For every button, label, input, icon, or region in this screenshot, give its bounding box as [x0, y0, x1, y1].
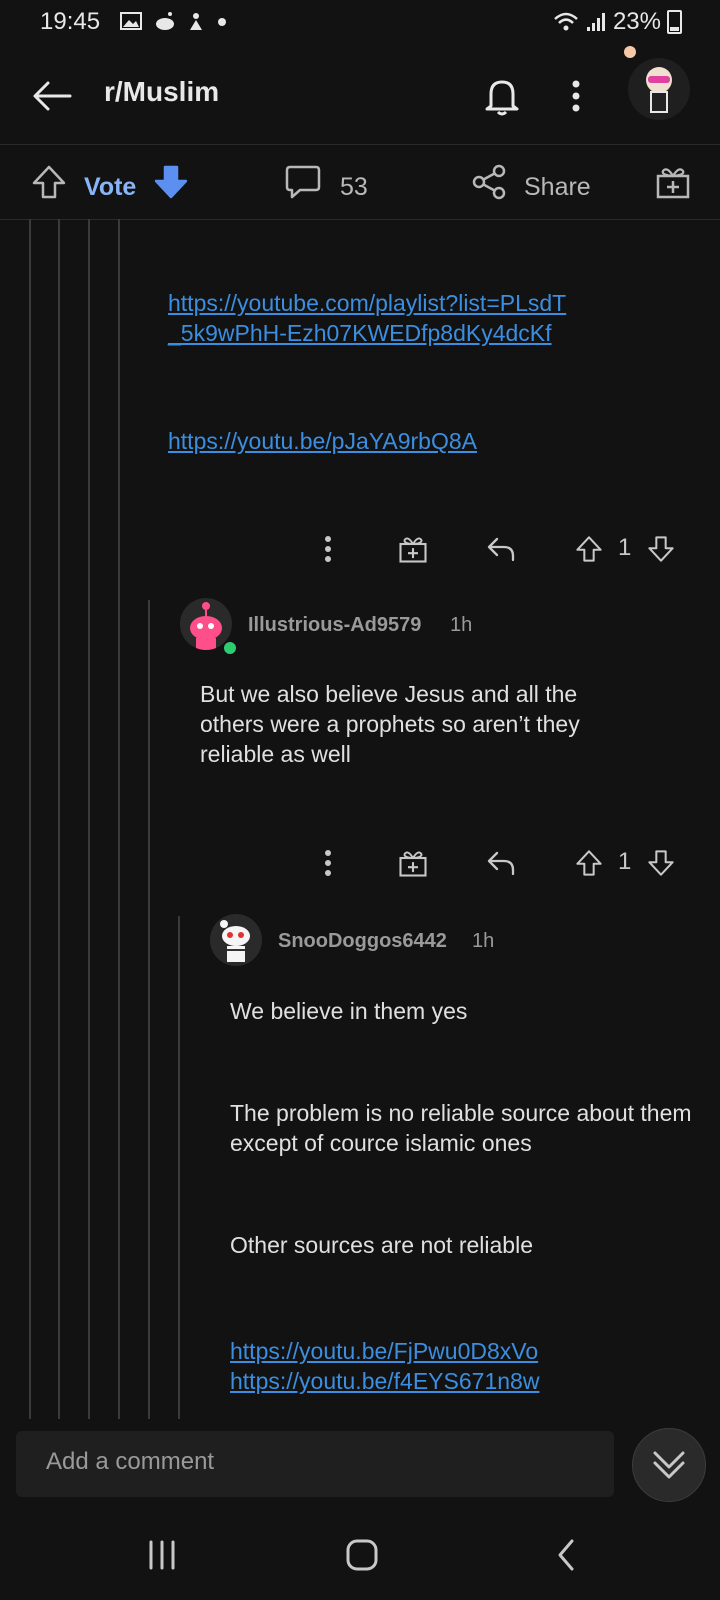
comment-body: Other sources are not reliable [230, 1232, 533, 1258]
comment-vote-count: 1 [618, 534, 632, 561]
comment-body: But we also believe Jesus and all the ot… [200, 681, 580, 767]
comment-more-button[interactable] [316, 846, 340, 880]
comment-bubble-icon [285, 165, 321, 199]
thread-line[interactable] [148, 600, 150, 1419]
more-options-button[interactable] [556, 70, 596, 122]
comment-username[interactable]: SnooDoggos6442 [278, 930, 447, 953]
vote-label: Vote [84, 173, 137, 201]
top-app-bar: r/Muslim [0, 44, 720, 144]
user-avatar[interactable] [628, 58, 690, 120]
comment-downvote-button[interactable] [644, 846, 678, 880]
gallery-icon [120, 11, 142, 30]
kebab-menu-icon [325, 536, 331, 562]
notifications-button[interactable] [476, 70, 528, 122]
comment-award-button[interactable] [396, 532, 430, 566]
share-label: Share [524, 173, 591, 201]
thread-line[interactable] [178, 916, 180, 1419]
comment-downvote-button[interactable] [644, 532, 678, 566]
comment-links: https://youtu.be/FjPwu0D8xVo https://you… [230, 1336, 700, 1396]
bell-icon [485, 80, 519, 116]
upvote-button[interactable] [28, 161, 70, 203]
status-time: 19:45 [40, 8, 101, 35]
reddit-icon [155, 11, 174, 30]
dot-icon [217, 17, 226, 26]
gift-icon [656, 168, 690, 199]
back-arrow-icon [33, 81, 72, 111]
notification-icons [120, 9, 227, 32]
comment-link[interactable]: https://youtu.be/FjPwu0D8xVo [230, 1336, 700, 1366]
upvote-arrow-icon [32, 165, 66, 199]
kebab-menu-icon [325, 850, 331, 876]
award-button[interactable] [652, 161, 694, 203]
comment-input[interactable] [44, 1447, 588, 1477]
thread-line[interactable] [88, 219, 90, 1419]
battery-icon [667, 10, 682, 34]
comment-age: 1h [472, 930, 495, 952]
gift-icon [399, 537, 427, 563]
comment-link[interactable]: https://youtube.com/playlist?list=PLsdT [168, 288, 688, 318]
comment-actions: 1 [300, 842, 700, 884]
comment-body: https://youtube.com/playlist?list=PLsdT … [168, 288, 688, 456]
snoo-avatar-icon [220, 920, 250, 962]
comment-body: We believe in them yes [230, 998, 468, 1024]
avatar-accessory-icon [624, 46, 636, 58]
app-icon [190, 12, 203, 30]
reply-button[interactable] [484, 846, 518, 880]
system-nav-bar [0, 1505, 720, 1600]
commenter-avatar[interactable] [210, 914, 262, 966]
share-button[interactable] [468, 161, 510, 203]
battery-percent: 23% [612, 8, 661, 35]
downvote-arrow-icon [648, 536, 674, 562]
comment-link[interactable]: _5k9wPhH-Ezh07KWEDfp8dKy4dcKf [168, 318, 688, 348]
comment-actions: 1 [300, 528, 700, 570]
home-icon [346, 1539, 378, 1571]
home-button[interactable] [340, 1535, 384, 1575]
comment-award-button[interactable] [396, 846, 430, 880]
upvote-arrow-icon [576, 536, 602, 562]
comment-upvote-button[interactable] [572, 532, 606, 566]
recent-apps-icon [149, 1540, 175, 1570]
kebab-menu-icon [572, 80, 580, 112]
reply-button[interactable] [484, 532, 518, 566]
page-title[interactable]: r/Muslim [104, 76, 219, 108]
comment-input-container[interactable] [16, 1431, 614, 1497]
downvote-arrow-icon [154, 165, 188, 199]
comment-vote-count: 1 [618, 848, 632, 875]
double-chevron-down-icon [653, 1451, 685, 1479]
share-icon [472, 164, 506, 200]
signal-icon [586, 13, 605, 31]
thread-line[interactable] [29, 219, 31, 1419]
online-indicator [222, 640, 238, 656]
status-bar: 19:45 23% [0, 0, 720, 44]
comment-username[interactable]: Illustrious-Ad9579 [248, 614, 421, 637]
gift-icon [399, 851, 427, 877]
recent-apps-button[interactable] [140, 1535, 184, 1575]
comment-age: 1h [450, 614, 473, 636]
reply-icon [487, 851, 515, 876]
comment-link[interactable]: https://youtu.be/f4EYS671n8w [230, 1366, 700, 1396]
thread-line[interactable] [58, 219, 60, 1419]
downvote-button[interactable] [150, 161, 192, 203]
comments-button[interactable] [282, 161, 324, 203]
chevron-left-icon [558, 1539, 574, 1571]
avatar-icon [646, 67, 672, 113]
jump-to-next-button[interactable] [632, 1428, 706, 1502]
downvote-arrow-icon [648, 850, 674, 876]
comment-count: 53 [340, 173, 368, 201]
comment-upvote-button[interactable] [572, 846, 606, 880]
back-button[interactable] [26, 70, 78, 122]
thread-line[interactable] [118, 219, 120, 1419]
comment-body: The problem is no reliable source about … [230, 1100, 692, 1156]
system-back-button[interactable] [544, 1535, 588, 1575]
comment-link[interactable]: https://youtu.be/pJaYA9rbQ8A [168, 426, 688, 456]
wifi-icon [554, 12, 578, 31]
reply-icon [487, 537, 515, 562]
status-right: 23% [553, 8, 682, 36]
comment-more-button[interactable] [316, 532, 340, 566]
post-action-bar: Vote 53 Share [0, 144, 720, 220]
upvote-arrow-icon [576, 850, 602, 876]
